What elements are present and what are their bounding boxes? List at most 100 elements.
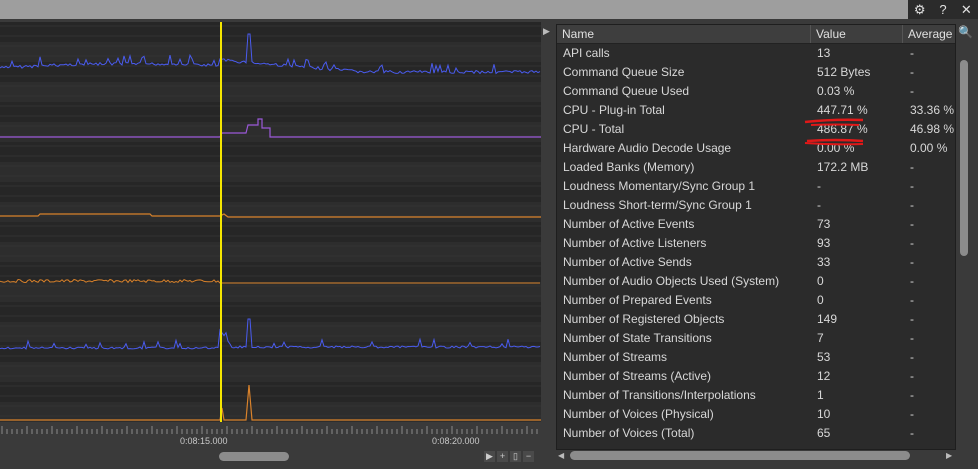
graph-lane — [0, 182, 541, 202]
cell-average: - — [910, 198, 914, 212]
table-row[interactable]: Number of Active Listeners 93 - — [557, 234, 955, 253]
cell-average: - — [910, 236, 914, 250]
cell-name: Number of State Transitions — [563, 331, 712, 345]
cell-name: Command Queue Used — [563, 84, 690, 98]
cell-value: 10 — [817, 407, 831, 421]
table-row[interactable]: Loudness Momentary/Sync Group 1 - - — [557, 177, 955, 196]
zoom-in-icon[interactable]: + — [497, 451, 508, 462]
help-icon[interactable]: ? — [935, 2, 951, 18]
cell-value: 0 — [817, 293, 824, 307]
performance-counters-table: Name Value Average API calls 13- Command Q… — [556, 24, 956, 450]
play-icon[interactable]: ▶ — [484, 451, 495, 462]
cell-average: - — [910, 274, 914, 288]
close-icon[interactable]: ✕ — [958, 2, 974, 18]
graph-lane — [0, 102, 541, 122]
table-row[interactable]: Number of Registered Objects 149 - — [557, 310, 955, 329]
scroll-right-icon[interactable]: ▶ — [946, 450, 952, 461]
table-row[interactable]: Number of Transitions/Interpolations 1 - — [557, 386, 955, 405]
timeline-label: 0:08:15.000 — [180, 436, 228, 446]
cell-average: 33.36 % — [910, 103, 955, 117]
graph-lane — [0, 142, 541, 162]
gear-icon[interactable]: ⚙ — [912, 2, 928, 18]
cell-value: 33 — [817, 255, 831, 269]
table-row[interactable]: Number of Active Events 73 - — [557, 215, 955, 234]
cell-average: - — [910, 46, 914, 60]
cell-average: - — [910, 369, 914, 383]
table-body: API calls 13 - Command Queue Size 512 Bytes -… — [557, 44, 955, 443]
cell-name: Loaded Banks (Memory) — [563, 160, 695, 174]
cell-name: Number of Audio Objects Used (System) — [563, 274, 780, 288]
table-row[interactable]: Hardware Audio Decode Usage 0.00 % 0.00 % — [557, 139, 955, 158]
graph-lane — [0, 282, 541, 302]
cell-value: 12 — [817, 369, 831, 383]
cell-average: - — [910, 350, 914, 364]
column-header-value[interactable]: Value — [811, 25, 903, 43]
cell-value: 0 — [817, 274, 824, 288]
column-header-average[interactable]: Average — [903, 25, 955, 43]
cell-average: - — [910, 84, 914, 98]
cell-name: Number of Transitions/Interpolations — [563, 388, 756, 402]
scroll-left-icon[interactable]: ◀ — [558, 450, 564, 461]
collapse-arrow-icon[interactable]: ▶ — [543, 26, 550, 37]
graph-lane — [0, 262, 541, 282]
graph-lane — [0, 342, 541, 362]
cell-name: Hardware Audio Decode Usage — [563, 141, 732, 155]
table-row[interactable]: Number of Audio Objects Used (System) 0 - — [557, 272, 955, 291]
cell-name: Number of Registered Objects — [563, 312, 725, 326]
table-row[interactable]: Command Queue Used 0.03 % - — [557, 82, 955, 101]
cell-value: 0.03 % — [817, 84, 855, 98]
table-row[interactable]: Number of Prepared Events 0 - — [557, 291, 955, 310]
cell-value: 53 — [817, 350, 831, 364]
table-row[interactable]: Number of State Transitions 7 - — [557, 329, 955, 348]
cell-average: - — [910, 160, 914, 174]
table-row[interactable]: Number of Streams (Active) 12 - — [557, 367, 955, 386]
table-row[interactable]: Loaded Banks (Memory) 172.2 MB - — [557, 158, 955, 177]
table-row[interactable]: Number of Streams 53 - — [557, 348, 955, 367]
graph-lane — [0, 402, 541, 422]
cell-value: - — [817, 198, 821, 212]
search-icon[interactable]: 🔍 — [958, 25, 973, 39]
column-header-name[interactable]: Name — [557, 25, 811, 43]
graph-lane — [0, 42, 541, 62]
graph-lane — [0, 22, 541, 42]
table-horizontal-scrollbar[interactable]: ◀ ▶ — [556, 450, 956, 461]
graph-lane — [0, 382, 541, 402]
zoom-fit-icon[interactable]: ▯ — [510, 451, 521, 462]
performance-graph[interactable] — [0, 22, 541, 422]
graph-lane — [0, 202, 541, 222]
cell-average: - — [910, 65, 914, 79]
timeline-ticks — [1, 426, 538, 434]
table-header: Name Value Average — [557, 25, 955, 44]
cell-average: - — [910, 312, 914, 326]
cell-average: - — [910, 217, 914, 231]
timeline-scrollbar-thumb[interactable] — [219, 452, 289, 461]
timeline-ruler[interactable]: 0:08:15.000 0:08:20.000 ▶ + ▯ − — [0, 422, 541, 469]
graph-lane — [0, 162, 541, 182]
toolbar-icons: ⚙ ? ✕ — [908, 0, 978, 19]
cell-value: 7 — [817, 331, 824, 345]
table-row[interactable]: Loudness Short-term/Sync Group 1 - - — [557, 196, 955, 215]
graph-lane — [0, 322, 541, 342]
panel-splitter[interactable] — [541, 22, 553, 469]
cell-value: 447.71 % — [817, 103, 868, 117]
zoom-out-icon[interactable]: − — [523, 451, 534, 462]
cell-name: Number of Prepared Events — [563, 293, 712, 307]
cell-average: - — [910, 331, 914, 345]
cell-average: - — [910, 426, 914, 440]
table-horizontal-scrollbar-thumb[interactable] — [570, 451, 910, 460]
table-row[interactable]: Command Queue Size 512 Bytes - — [557, 63, 955, 82]
table-row[interactable]: Number of Voices (Physical) 10 - — [557, 405, 955, 424]
table-vertical-scrollbar-thumb[interactable] — [960, 60, 968, 256]
table-row[interactable]: Number of Voices (Total) 65 - — [557, 424, 955, 443]
table-vertical-scrollbar[interactable] — [957, 24, 971, 448]
timeline-scrollbar[interactable] — [4, 451, 480, 462]
table-row[interactable]: Number of Active Sends 33 - — [557, 253, 955, 272]
table-row[interactable]: CPU - Plug-in Total 447.71 % 33.36 % — [557, 101, 955, 120]
cell-name: Loudness Short-term/Sync Group 1 — [563, 198, 752, 212]
cell-name: API calls — [563, 46, 610, 60]
table-row[interactable]: API calls 13 - — [557, 44, 955, 63]
cell-name: Number of Streams — [563, 350, 668, 364]
cell-average: - — [910, 293, 914, 307]
cell-name: Number of Active Sends — [563, 255, 692, 269]
table-row[interactable]: CPU - Total 486.87 % 46.98 % — [557, 120, 955, 139]
